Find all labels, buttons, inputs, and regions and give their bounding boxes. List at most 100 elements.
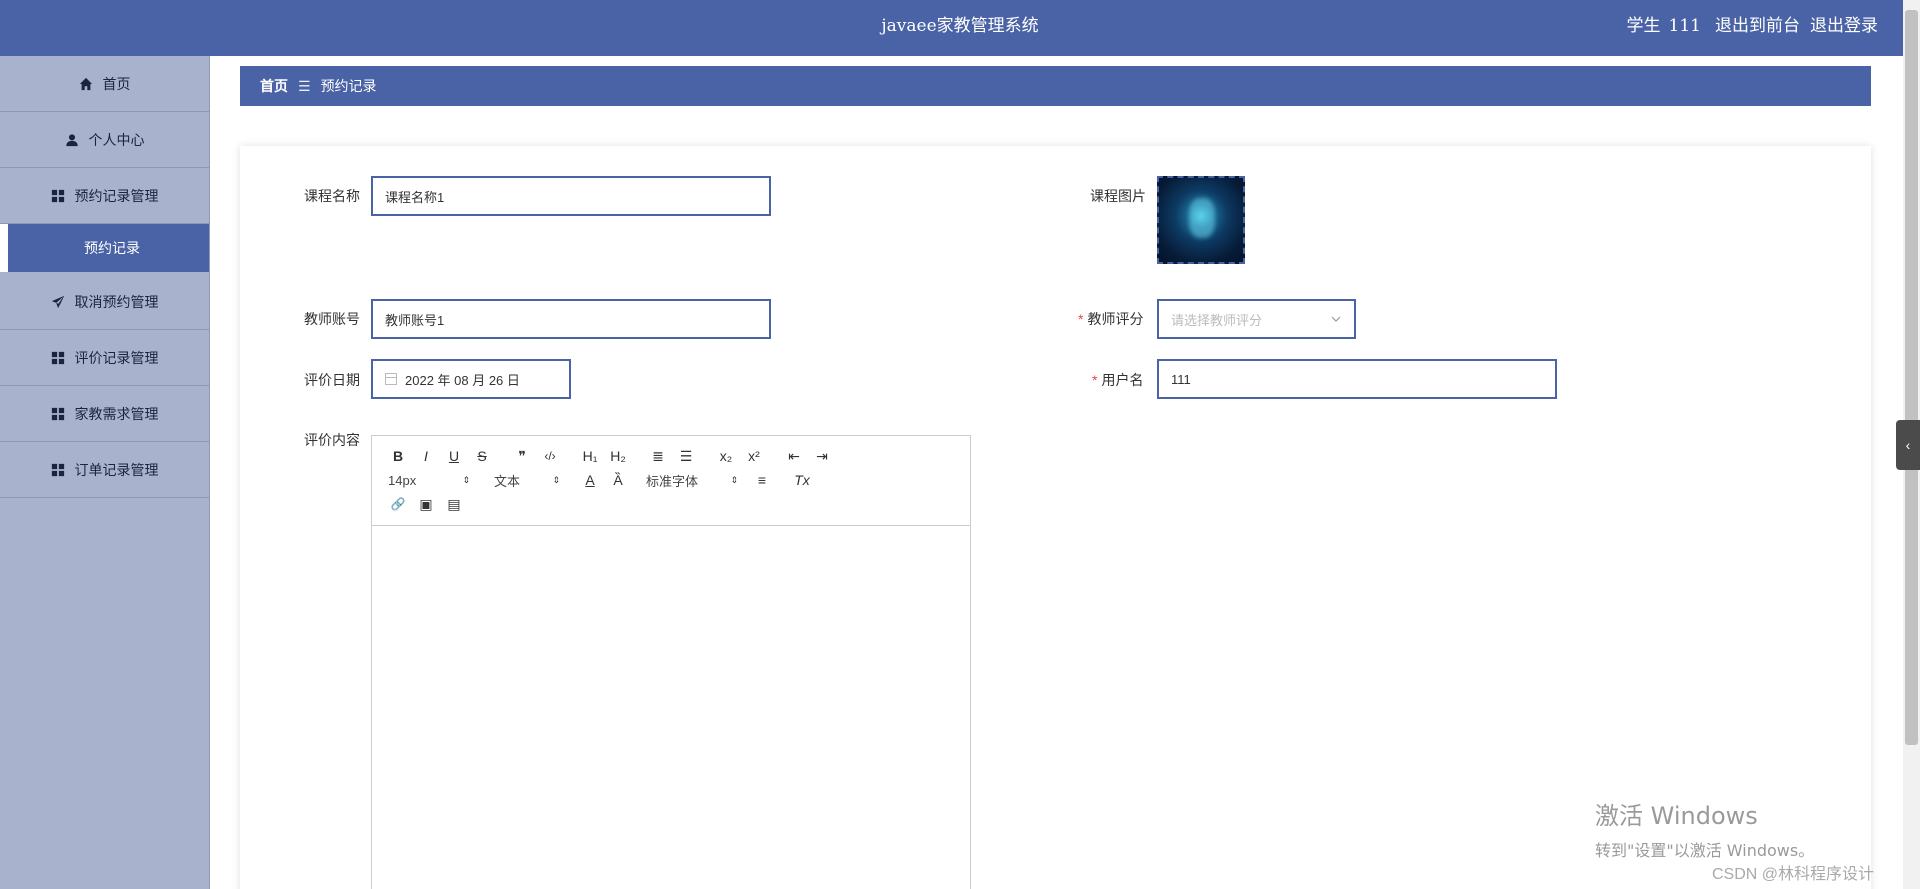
required-mark: *: [1078, 311, 1084, 327]
editor-content-area[interactable]: [372, 526, 970, 889]
teacher-account-field[interactable]: 教师账号1: [371, 299, 771, 339]
editor-toolbar: B I U S ❞ ‹/› H₁ H₂ ≣ ☰ x₂ x² ⇤ ⇥ 14px ⇕ …: [372, 436, 970, 526]
back-to-front-link[interactable]: 退出到前台: [1715, 0, 1800, 52]
toolbar-row-1: B I U S ❞ ‹/› H₁ H₂ ≣ ☰ x₂ x² ⇤ ⇥: [384, 444, 958, 468]
sidebar-item-label: 评价记录管理: [74, 349, 159, 366]
text-style-picker[interactable]: 文本 ⇕: [474, 469, 564, 491]
sidebar-item-tutor-demand[interactable]: 家教需求管理: [0, 386, 209, 442]
breadcrumb-menu-icon: ☰: [298, 77, 311, 94]
sidebar-item-profile[interactable]: 个人中心: [0, 112, 209, 168]
blockquote-button[interactable]: ❞: [508, 445, 536, 467]
video-button[interactable]: ▤: [440, 493, 468, 515]
image-glow-decoration: [1189, 198, 1215, 238]
watermark-line-2: 转到"设置"以激活 Windows。: [1595, 841, 1815, 860]
text-style-value: 文本: [494, 473, 521, 489]
font-size-picker[interactable]: 14px ⇕: [384, 469, 474, 491]
collapse-panel-tab[interactable]: ‹: [1896, 420, 1920, 470]
grid-icon: [51, 189, 64, 202]
teacher-rating-label: * 教师评分: [1078, 309, 1143, 329]
updown-icon: ⇕: [730, 474, 738, 485]
teacher-rating-label-text: 教师评分: [1087, 311, 1144, 327]
clear-format-button[interactable]: Tx: [788, 469, 816, 491]
superscript-button[interactable]: x²: [740, 445, 768, 467]
logout-link[interactable]: 退出登录: [1810, 0, 1878, 52]
home-icon: [79, 77, 92, 90]
grid-icon: [51, 351, 64, 364]
sidebar-item-label: 订单记录管理: [74, 461, 159, 478]
calendar-icon: [385, 373, 397, 385]
username-field[interactable]: 111: [1157, 359, 1557, 399]
user-icon: [65, 133, 78, 146]
sidebar-item-booking-management[interactable]: 预约记录管理: [0, 168, 209, 224]
rich-text-editor[interactable]: B I U S ❞ ‹/› H₁ H₂ ≣ ☰ x₂ x² ⇤ ⇥ 14px ⇕ …: [371, 435, 971, 889]
updown-icon: ⇕: [462, 474, 470, 485]
top-bar: javaee家教管理系统 学生 111 退出到前台 退出登录: [0, 0, 1920, 56]
header2-button[interactable]: H₂: [604, 445, 632, 467]
font-color-button[interactable]: A: [576, 469, 604, 491]
font-size-value: 14px: [388, 472, 417, 488]
required-mark: *: [1092, 372, 1098, 388]
course-name-label: 课程名称: [304, 188, 360, 204]
review-date-picker[interactable]: 2022 年 08 月 26 日: [371, 359, 571, 399]
send-icon: [51, 295, 64, 308]
teacher-account-label: 教师账号: [304, 311, 360, 327]
breadcrumb-home[interactable]: 首页: [260, 76, 288, 96]
sidebar-item-review-management[interactable]: 评价记录管理: [0, 330, 209, 386]
grid-icon: [51, 407, 64, 420]
sidebar-item-label: 预约记录: [84, 240, 140, 256]
watermark-line-1: 激活 Windows: [1595, 802, 1758, 830]
user-role: 学生: [1626, 16, 1661, 36]
sidebar-item-label: 家教需求管理: [74, 405, 159, 422]
sidebar: 首页 个人中心 预约记录管理 预约记录 取消预约管理 评价记录管理 家教需求管理…: [0, 56, 210, 889]
sidebar-item-label: 个人中心: [88, 131, 145, 148]
windows-activation-watermark: 激活 Windows 转到"设置"以激活 Windows。: [1595, 796, 1814, 861]
user-menu: 学生 111 退出到前台 退出登录: [1627, 0, 1878, 52]
username-label-text: 用户名: [1101, 372, 1144, 388]
vertical-scrollbar-thumb[interactable]: [1905, 10, 1918, 745]
toolbar-row-3: 🔗 ▣ ▤: [384, 492, 958, 516]
username-label: * 用户名: [1092, 370, 1143, 390]
ordered-list-button[interactable]: ≣: [644, 445, 672, 467]
sidebar-item-label: 预约记录管理: [74, 187, 159, 204]
updown-icon: ⇕: [552, 474, 560, 485]
username-display: 111: [1668, 16, 1701, 36]
font-family-value: 标准字体: [646, 473, 699, 489]
italic-button[interactable]: I: [412, 445, 440, 467]
strike-button[interactable]: S: [468, 445, 496, 467]
code-button[interactable]: ‹/›: [536, 445, 564, 467]
chevron-down-icon: [1331, 316, 1341, 322]
teacher-rating-select[interactable]: 请选择教师评分: [1157, 299, 1356, 339]
course-name-value: 课程名称1: [385, 189, 445, 205]
teacher-account-value: 教师账号1: [385, 312, 445, 328]
csdn-watermark: CSDN @林科程序设计: [1712, 866, 1875, 883]
background-color-button[interactable]: Ȁ: [604, 469, 632, 491]
breadcrumb-current: 预约记录: [320, 78, 377, 94]
course-image-label: 课程图片: [1090, 188, 1146, 204]
course-image-thumbnail[interactable]: [1157, 176, 1245, 264]
image-button[interactable]: ▣: [412, 493, 440, 515]
chevron-left-icon: ‹: [1905, 437, 1911, 453]
sidebar-subitem-booking-records[interactable]: 预约记录: [0, 224, 209, 272]
sidebar-item-cancel-booking[interactable]: 取消预约管理: [0, 274, 209, 330]
grid-icon: [51, 463, 64, 476]
underline-button[interactable]: U: [440, 445, 468, 467]
sidebar-item-home[interactable]: 首页: [0, 56, 209, 112]
review-content-label: 评价内容: [304, 432, 360, 448]
teacher-rating-placeholder: 请选择教师评分: [1171, 312, 1263, 328]
sidebar-item-label: 取消预约管理: [74, 293, 159, 310]
align-button[interactable]: ≡: [748, 469, 776, 491]
review-date-value: 2022 年 08 月 26 日: [405, 372, 520, 388]
indent-button[interactable]: ⇥: [808, 445, 836, 467]
toolbar-row-2: 14px ⇕ 文本 ⇕ A Ȁ 标准字体 ⇕ ≡ Tx: [384, 468, 958, 492]
header1-button[interactable]: H₁: [576, 445, 604, 467]
subscript-button[interactable]: x₂: [712, 445, 740, 467]
review-date-label: 评价日期: [304, 372, 360, 388]
sidebar-item-label: 首页: [102, 75, 131, 92]
bold-button[interactable]: B: [384, 445, 412, 467]
bullet-list-button[interactable]: ☰: [672, 445, 700, 467]
font-family-picker[interactable]: 标准字体 ⇕: [632, 469, 742, 491]
course-name-field[interactable]: 课程名称1: [371, 176, 771, 216]
outdent-button[interactable]: ⇤: [780, 445, 808, 467]
sidebar-item-orders[interactable]: 订单记录管理: [0, 442, 209, 498]
link-button[interactable]: 🔗: [384, 493, 412, 515]
